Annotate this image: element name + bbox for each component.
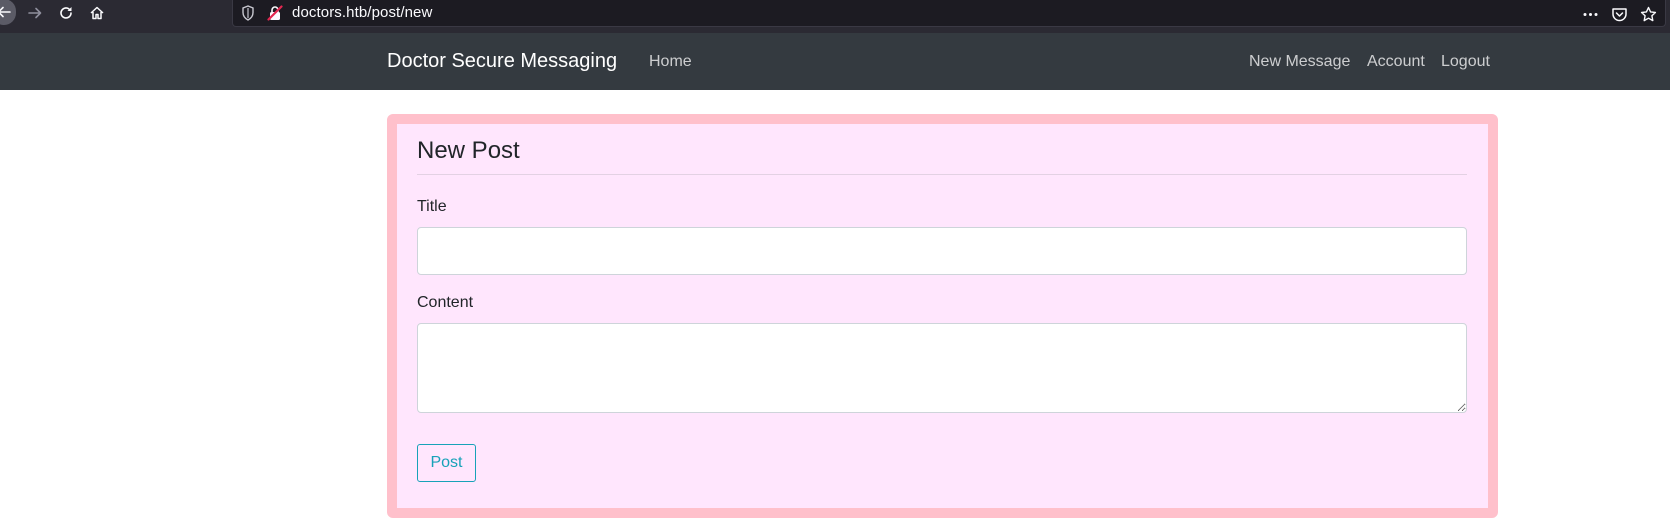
nav-account-link[interactable]: Account <box>1367 53 1425 71</box>
shield-icon[interactable] <box>241 5 255 21</box>
form-legend: New Post <box>417 137 1467 175</box>
forward-button[interactable] <box>22 0 48 26</box>
home-icon <box>90 6 104 20</box>
pocket-icon[interactable] <box>1611 6 1628 23</box>
reload-button[interactable] <box>53 0 79 26</box>
back-arrow-icon <box>0 6 11 18</box>
post-button[interactable]: Post <box>417 444 476 482</box>
bookmark-star-icon[interactable] <box>1640 6 1657 23</box>
title-input[interactable] <box>417 227 1467 275</box>
insecure-lock-icon[interactable] <box>267 5 283 21</box>
forward-arrow-icon <box>28 7 42 19</box>
url-bar[interactable]: doctors.htb/post/new <box>232 0 1666 27</box>
nav-home-link[interactable]: Home <box>649 53 692 71</box>
home-button[interactable] <box>84 0 110 26</box>
more-dots-icon[interactable] <box>1582 6 1599 23</box>
site-navbar: Doctor Secure Messaging Home New Message… <box>0 33 1670 90</box>
title-label: Title <box>417 198 447 215</box>
nav-new-message-link[interactable]: New Message <box>1249 53 1350 71</box>
url-actions <box>1582 4 1657 24</box>
brand-link[interactable]: Doctor Secure Messaging <box>387 50 617 73</box>
url-text[interactable]: doctors.htb/post/new <box>292 4 432 21</box>
back-button[interactable] <box>0 0 16 25</box>
reload-icon <box>60 7 72 19</box>
content-textarea[interactable] <box>417 323 1467 413</box>
new-post-card: New Post Title Content Post <box>387 114 1498 518</box>
nav-logout-link[interactable]: Logout <box>1441 53 1490 71</box>
browser-toolbar: doctors.htb/post/new <box>0 0 1670 33</box>
content-label: Content <box>417 294 474 311</box>
